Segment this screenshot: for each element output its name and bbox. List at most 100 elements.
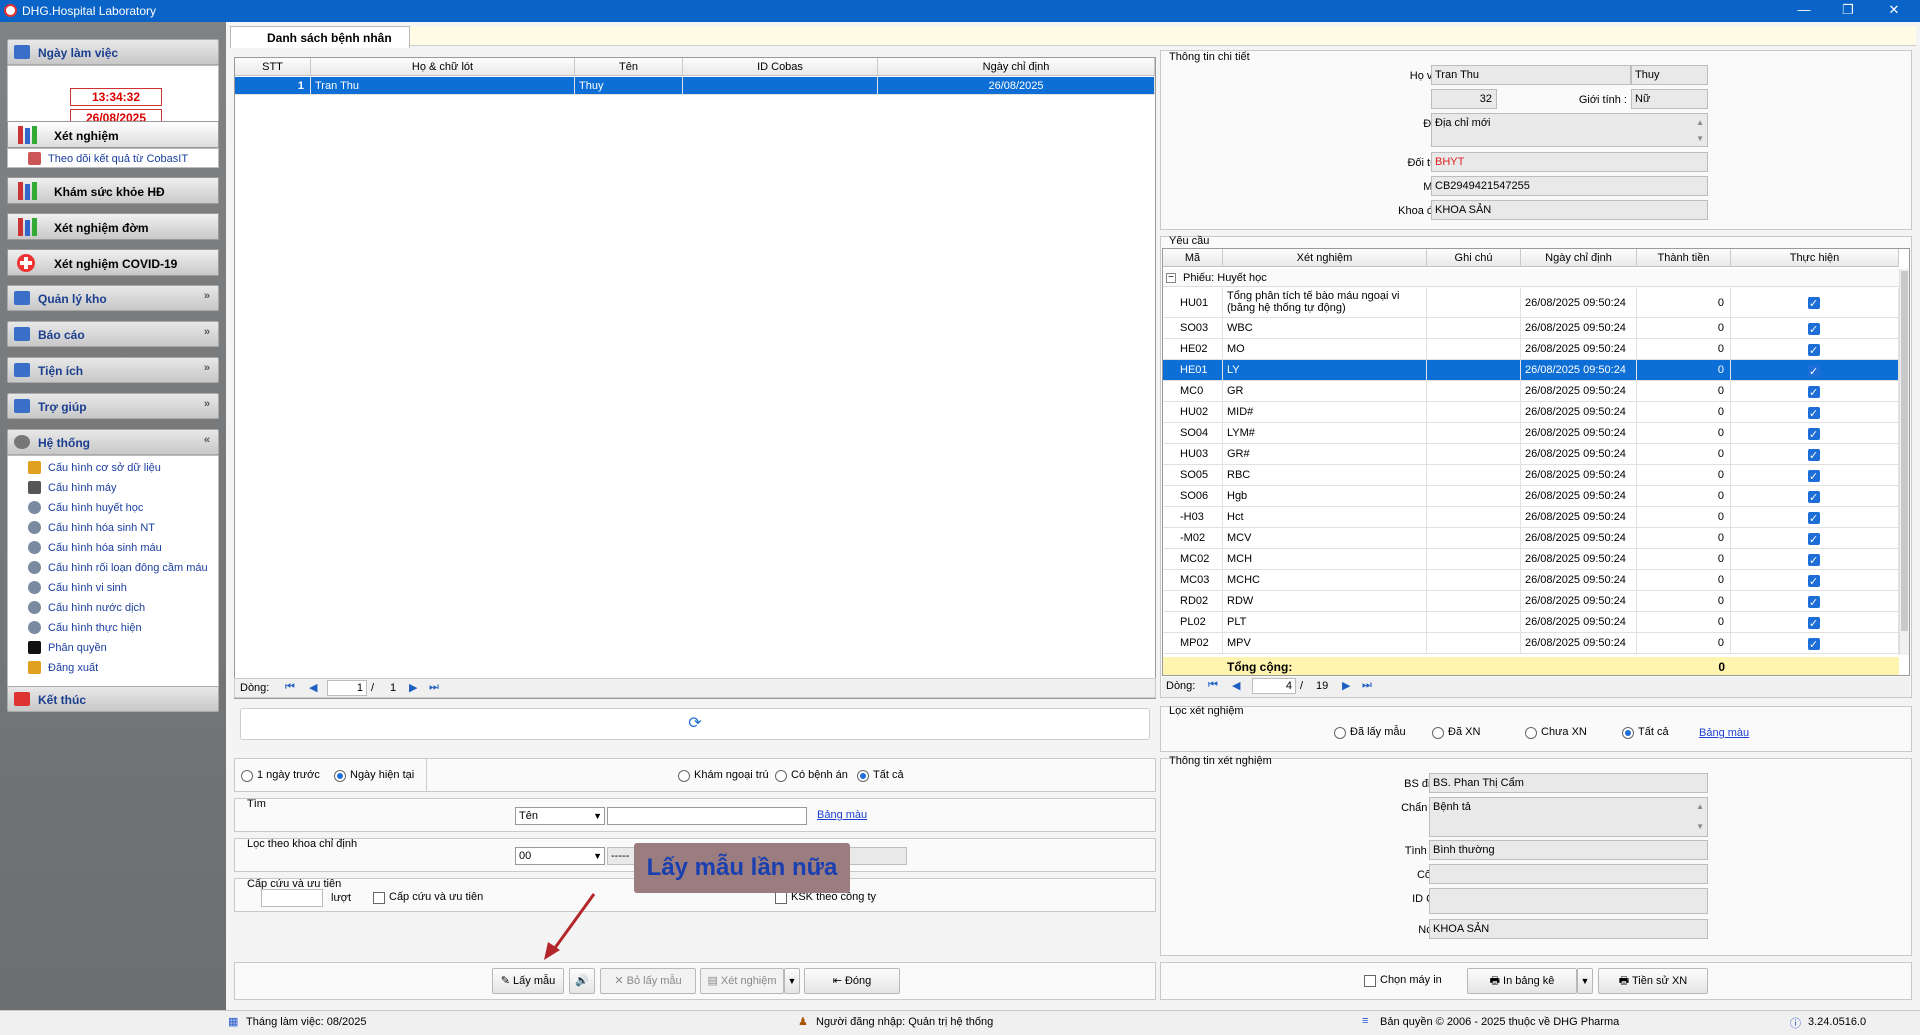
- sidebar-item-db-config[interactable]: Cấu hình cơ sở dữ liệu: [8, 458, 220, 478]
- module-xet-nghiem-dom[interactable]: Xét nghiệm đờm: [7, 213, 219, 240]
- table-row[interactable]: SO06 Hgb 26/08/2025 09:50:24 0: [1163, 486, 1899, 507]
- group-row[interactable]: − Phiếu: Huyết học: [1163, 269, 1899, 287]
- xet-nghiem-dropdown[interactable]: ▼: [784, 968, 800, 994]
- color-legend-link[interactable]: Bảng màu: [817, 809, 867, 821]
- execute-checkbox[interactable]: [1808, 530, 1820, 549]
- table-row[interactable]: -M02 MCV 26/08/2025 09:50:24 0: [1163, 528, 1899, 549]
- dong-button[interactable]: ⇤ Đóng: [804, 968, 900, 994]
- scroll-down-icon[interactable]: ▼: [1696, 130, 1704, 148]
- col-xet-nghiem[interactable]: Xét nghiệm: [1223, 249, 1427, 267]
- table-row[interactable]: RD02 RDW 26/08/2025 09:50:24 0: [1163, 591, 1899, 612]
- group-he-thong[interactable]: Hệ thống «: [7, 429, 219, 455]
- workday-header[interactable]: Ngày làm việc: [7, 39, 219, 65]
- table-row[interactable]: HE02 MO 26/08/2025 09:50:24 0: [1163, 339, 1899, 360]
- group-tro-giup[interactable]: Trợ giúp »: [7, 393, 219, 419]
- tab-patient-list[interactable]: Danh sách bệnh nhân: [230, 26, 410, 48]
- execute-checkbox[interactable]: [1808, 488, 1820, 507]
- next-page-icon[interactable]: ▶: [409, 681, 417, 694]
- col-ngay[interactable]: Ngày chỉ định: [878, 58, 1155, 76]
- minimize-button[interactable]: —: [1786, 0, 1822, 22]
- col-stt[interactable]: STT: [235, 58, 311, 76]
- table-row[interactable]: MC02 MCH 26/08/2025 09:50:24 0: [1163, 549, 1899, 570]
- col-ten[interactable]: Tên: [575, 58, 683, 76]
- search-input[interactable]: [607, 807, 807, 825]
- execute-checkbox[interactable]: [1808, 362, 1820, 381]
- radio-tat-ca[interactable]: [857, 770, 869, 782]
- in-bang-ke-dropdown[interactable]: ▼: [1577, 968, 1593, 994]
- group-bao-cao[interactable]: Báo cáo »: [7, 321, 219, 347]
- sidebar-item-micro-config[interactable]: Cấu hình vi sinh: [8, 578, 220, 598]
- priority-checkbox[interactable]: [373, 892, 385, 904]
- table-row[interactable]: HU01 Tổng phân tích tế bào máu ngoại vi (b…: [1163, 288, 1899, 318]
- department-select[interactable]: 00 ▼: [515, 847, 605, 865]
- last-page-icon[interactable]: ⏭: [1362, 679, 1372, 692]
- search-field-select[interactable]: Tên ▼: [515, 807, 605, 825]
- xet-nghiem-button[interactable]: ▤ Xét nghiệm: [700, 968, 784, 994]
- col-ma[interactable]: Mã: [1163, 249, 1223, 267]
- choose-printer-checkbox[interactable]: [1364, 975, 1376, 987]
- sidebar-item-biochem-blood-config[interactable]: Cấu hình hóa sinh máu: [8, 538, 220, 558]
- radio-da-xn[interactable]: [1432, 727, 1444, 739]
- sidebar-item-permissions[interactable]: Phân quyền: [8, 638, 220, 658]
- prev-page-icon[interactable]: ◀: [1232, 679, 1240, 692]
- last-page-icon[interactable]: ⏭: [429, 681, 439, 694]
- radio-co-benh-an[interactable]: [775, 770, 787, 782]
- execute-checkbox[interactable]: [1808, 509, 1820, 528]
- execute-checkbox[interactable]: [1808, 425, 1820, 444]
- module-xet-nghiem[interactable]: Xét nghiệm: [7, 121, 219, 148]
- requests-scrollbar[interactable]: [1899, 269, 1909, 655]
- bo-lay-mau-button[interactable]: ✕ Bỏ lấy mẫu: [600, 968, 696, 994]
- table-row[interactable]: SO03 WBC 26/08/2025 09:50:24 0: [1163, 318, 1899, 339]
- execute-checkbox[interactable]: [1808, 614, 1820, 633]
- table-row[interactable]: MP02 MPV 26/08/2025 09:50:24 0: [1163, 633, 1899, 654]
- prev-page-icon[interactable]: ◀: [309, 681, 317, 694]
- col-thanh-tien[interactable]: Thành tiền: [1637, 249, 1731, 267]
- execute-checkbox[interactable]: [1808, 593, 1820, 612]
- next-page-icon[interactable]: ▶: [1342, 679, 1350, 692]
- first-page-icon[interactable]: ⏮: [285, 681, 295, 694]
- sidebar-item-coagulation-config[interactable]: Cấu hình rối loạn đông cầm máu: [8, 558, 220, 578]
- lay-mau-button[interactable]: ✎ Lấy mẫu: [492, 968, 564, 994]
- table-row[interactable]: 1 Tran Thu Thuy 26/08/2025: [235, 77, 1155, 95]
- maximize-button[interactable]: ❐: [1830, 0, 1866, 22]
- sidebar-item-biochem-nt-config[interactable]: Cấu hình hóa sinh NT: [8, 518, 220, 538]
- sidebar-item-cobasit[interactable]: Theo dõi kết quả từ CobasIT: [8, 149, 220, 169]
- sidebar-item-logout[interactable]: Đăng xuất: [8, 658, 220, 678]
- radio-chua-xn[interactable]: [1525, 727, 1537, 739]
- exit-button[interactable]: Kết thúc: [7, 686, 219, 712]
- execute-checkbox[interactable]: [1808, 446, 1820, 465]
- table-row[interactable]: HE01 LY 26/08/2025 09:50:24 0: [1163, 360, 1899, 381]
- execute-checkbox[interactable]: [1808, 404, 1820, 423]
- radio-da-lay-mau[interactable]: [1334, 727, 1346, 739]
- scroll-up-icon[interactable]: ▲: [1696, 798, 1704, 816]
- col-cobas[interactable]: ID Cobas: [683, 58, 878, 76]
- col-ngay-chi-dinh[interactable]: Ngày chỉ định: [1521, 249, 1637, 267]
- execute-checkbox[interactable]: [1808, 294, 1820, 315]
- table-row[interactable]: SO04 LYM# 26/08/2025 09:50:24 0: [1163, 423, 1899, 444]
- refresh-button[interactable]: ⟳: [240, 708, 1150, 740]
- radio-kham-ngoai-tru[interactable]: [678, 770, 690, 782]
- table-row[interactable]: MC03 MCHC 26/08/2025 09:50:24 0: [1163, 570, 1899, 591]
- sidebar-item-fluid-config[interactable]: Cấu hình nước dịch: [8, 598, 220, 618]
- module-covid[interactable]: Xét nghiệm COVID-19: [7, 249, 219, 276]
- execute-checkbox[interactable]: [1808, 341, 1820, 360]
- table-row[interactable]: MC0 GR 26/08/2025 09:50:24 0: [1163, 381, 1899, 402]
- col-ghi-chu[interactable]: Ghi chú: [1427, 249, 1521, 267]
- radio-1-ngay-truoc[interactable]: [241, 770, 253, 782]
- module-kham-suc-khoe[interactable]: Khám sức khỏe HĐ: [7, 177, 219, 204]
- execute-checkbox[interactable]: [1808, 572, 1820, 591]
- execute-checkbox[interactable]: [1808, 635, 1820, 654]
- in-bang-ke-button[interactable]: 🖶 In bảng kê: [1467, 968, 1577, 994]
- color-legend-link[interactable]: Bảng màu: [1699, 727, 1749, 739]
- page-input[interactable]: 1: [327, 680, 367, 696]
- col-ho[interactable]: Họ & chữ lót: [311, 58, 575, 76]
- radio-tat-ca-xn[interactable]: [1622, 727, 1634, 739]
- execute-checkbox[interactable]: [1808, 551, 1820, 570]
- tien-su-button[interactable]: 🖶 Tiền sử XN: [1598, 968, 1708, 994]
- execute-checkbox[interactable]: [1808, 467, 1820, 486]
- table-row[interactable]: -H03 Hct 26/08/2025 09:50:24 0: [1163, 507, 1899, 528]
- table-row[interactable]: PL02 PLT 26/08/2025 09:50:24 0: [1163, 612, 1899, 633]
- sidebar-item-exec-config[interactable]: Cấu hình thực hiện: [8, 618, 220, 638]
- table-row[interactable]: HU03 GR# 26/08/2025 09:50:24 0: [1163, 444, 1899, 465]
- sidebar-item-hematology-config[interactable]: Cấu hình huyết học: [8, 498, 220, 518]
